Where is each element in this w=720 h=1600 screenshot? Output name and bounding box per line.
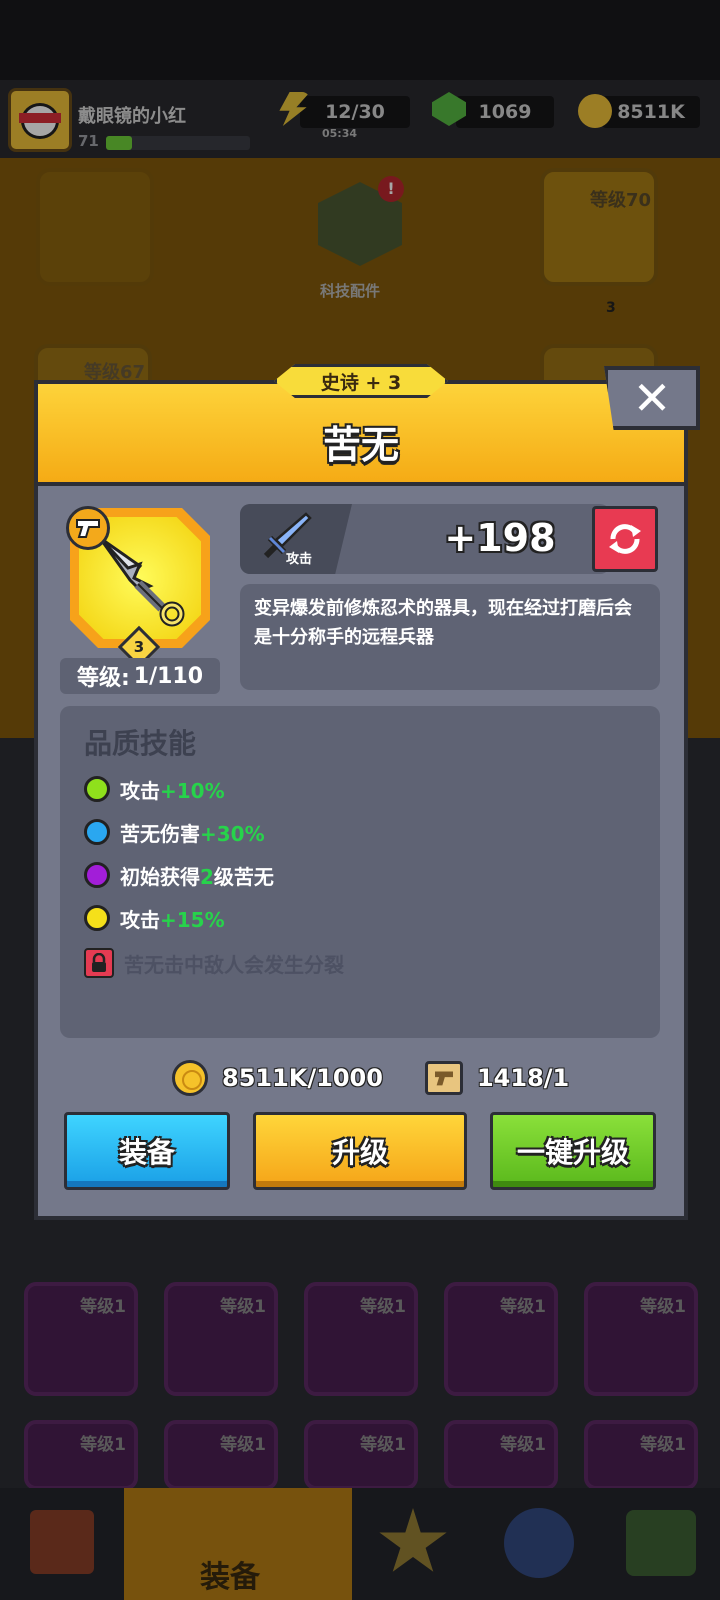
item-level-label: 等级:: [76, 666, 130, 691]
upgrade-cost-row: 8511K/1000 1418/1: [172, 1058, 569, 1098]
skill-row: 攻击+10%: [84, 774, 225, 804]
item-stars-value: 3: [133, 638, 145, 656]
kunai-icon: [98, 536, 185, 627]
skill-purple-dot-icon: [84, 862, 110, 888]
lock-icon: [84, 948, 114, 978]
skill-green-dot-icon: [84, 776, 110, 802]
refresh-icon: [609, 524, 641, 554]
modal-header: 苦无: [38, 384, 684, 486]
skill-text: 攻击+10%: [120, 778, 225, 803]
skill-text: 攻击+15%: [120, 907, 225, 932]
pistol-icon: [76, 519, 100, 538]
one-click-upgrade-button[interactable]: 一键升级: [490, 1112, 656, 1190]
item-level: 等级: 1/110: [60, 658, 220, 694]
attack-value: +198: [444, 516, 556, 560]
gold-coin-icon: [172, 1060, 208, 1096]
upgrade-button-label: 升级: [331, 1136, 388, 1169]
item-level-value: 1/110: [133, 663, 204, 689]
skill-blue-dot-icon: [84, 819, 110, 845]
rarity-badge: 史诗 + 3: [274, 364, 448, 398]
scroll-cost: 1418/1: [476, 1064, 570, 1092]
locked-skill-text: 苦无击中敌人会发生分裂: [124, 952, 344, 977]
refresh-button[interactable]: [592, 506, 658, 572]
skill-row: 攻击+15%: [84, 903, 225, 933]
rarity-label: 史诗 + 3: [320, 371, 402, 394]
item-title: 苦无: [322, 423, 399, 467]
skill-text: 初始获得2级苦无: [120, 864, 274, 889]
one-click-upgrade-label: 一键升级: [516, 1136, 629, 1169]
skill-row: 初始获得2级苦无: [84, 860, 274, 890]
equip-button[interactable]: 装备: [64, 1112, 230, 1190]
skill-row-locked: 苦无击中敌人会发生分裂: [84, 948, 344, 978]
equip-button-label: 装备: [118, 1136, 175, 1169]
item-description-box: 变异爆发前修炼忍术的器具，现在经过打磨后会是十分称手的远程兵器: [240, 584, 660, 690]
gold-cost: 8511K/1000: [222, 1064, 383, 1092]
skill-text: 苦无伤害+30%: [120, 821, 265, 846]
close-button[interactable]: ✕: [604, 366, 700, 430]
close-icon: ✕: [632, 371, 672, 425]
weapon-type-badge: [66, 506, 110, 550]
item-description: 变异爆发前修炼忍术的器具，现在经过打磨后会是十分称手的远程兵器: [254, 598, 632, 648]
upgrade-button[interactable]: 升级: [253, 1112, 467, 1190]
skill-yellow-dot-icon: [84, 905, 110, 931]
skill-row: 苦无伤害+30%: [84, 817, 265, 847]
quality-skills-title: 品质技能: [84, 727, 197, 760]
blueprint-scroll-icon: [424, 1061, 463, 1095]
attack-label: 攻击: [286, 552, 313, 567]
